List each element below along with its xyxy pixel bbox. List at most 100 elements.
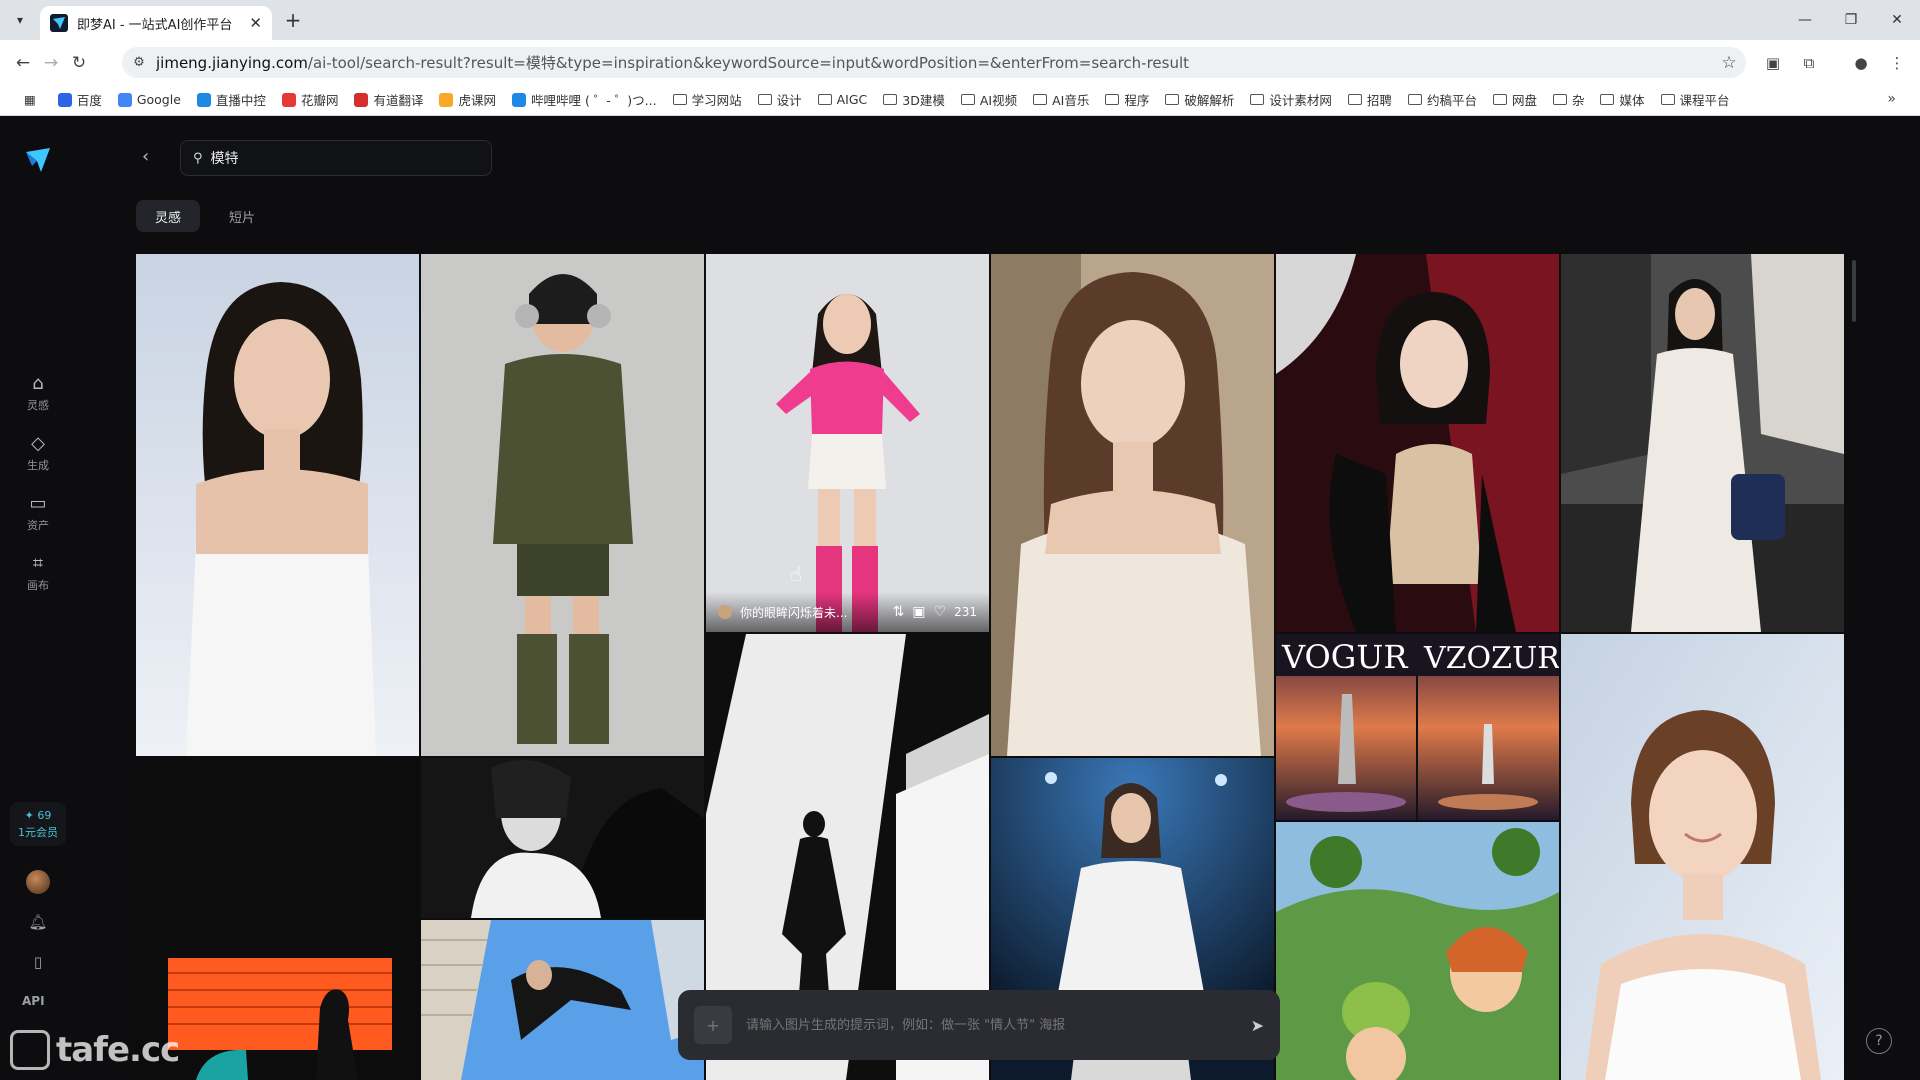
prompt-input-bar[interactable]: + ➤ <box>678 990 1280 1060</box>
bell-icon[interactable]: 🔔︎ <box>26 910 50 934</box>
scrollbar-thumb[interactable] <box>1852 260 1856 322</box>
address-bar[interactable]: ⚙ jimeng.jianying.com/ai-tool/search-res… <box>122 47 1746 78</box>
sidebar-item-label: 画布 <box>27 579 49 592</box>
close-tab-icon[interactable]: ✕ <box>249 14 262 32</box>
gallery-image-card[interactable] <box>421 920 704 1080</box>
apps-grid-icon[interactable]: ▦ <box>16 92 50 107</box>
folder-icon <box>1492 94 1507 105</box>
bookmark-item[interactable]: 有道翻译 <box>346 90 431 109</box>
profile-icon[interactable]: ● <box>1848 50 1874 76</box>
gallery-image-card[interactable] <box>991 254 1274 756</box>
bookmark-item[interactable]: 百度 <box>50 90 110 109</box>
reload-icon[interactable]: ↻ <box>66 50 92 76</box>
browser-tab[interactable]: 即梦AI - 一站式AI创作平台 ✕ <box>40 6 272 40</box>
bookmark-star-icon[interactable]: ☆ <box>1712 53 1746 73</box>
restore-icon[interactable]: ❐ <box>1828 0 1874 40</box>
bookmark-item[interactable]: 直播中控 <box>189 90 274 109</box>
gallery-image-card[interactable] <box>421 254 704 756</box>
bookmark-item[interactable]: 3D建模 <box>875 90 953 109</box>
upload-reference-image-button[interactable]: + <box>694 1006 732 1044</box>
gallery-image-card[interactable] <box>1276 254 1559 632</box>
phone-icon[interactable]: ▯ <box>26 950 50 974</box>
tab-search-icon[interactable]: ▾ <box>8 8 32 32</box>
bookmark-favicon-icon <box>439 92 454 107</box>
new-tab-button[interactable]: + <box>280 7 306 33</box>
bookmark-item[interactable]: 课程平台 <box>1653 90 1738 109</box>
window-close-icon[interactable]: ✕ <box>1874 0 1920 40</box>
bookmark-item[interactable]: Google <box>110 92 189 107</box>
avatar[interactable] <box>26 870 50 894</box>
gallery-image-card[interactable] <box>421 758 704 918</box>
minimize-icon[interactable]: — <box>1782 0 1828 40</box>
sidebar-item-canvas[interactable]: ⌗ 画布 <box>14 554 62 593</box>
gallery-image-card[interactable] <box>1561 634 1844 1080</box>
bookmark-label: AIGC <box>836 92 868 107</box>
bookmark-item[interactable]: 约稿平台 <box>1400 90 1485 109</box>
prompt-input[interactable] <box>746 1017 1237 1033</box>
creator-avatar[interactable] <box>718 605 732 619</box>
model-white-puffer-image <box>421 758 704 918</box>
url-path: /ai-tool/search-result?result=模特&type=in… <box>307 54 1190 72</box>
bookmark-item[interactable]: 媒体 <box>1592 90 1652 109</box>
folder-icon <box>672 94 687 105</box>
bookmark-item[interactable]: 设计素材网 <box>1242 90 1340 109</box>
gallery-image-card[interactable] <box>1276 822 1559 1080</box>
tab-short-film[interactable]: 短片 <box>210 200 274 232</box>
bookmark-item[interactable]: 花瓣网 <box>274 90 347 109</box>
bookmark-label: 约稿平台 <box>1426 93 1477 108</box>
folder-icon <box>1660 94 1675 105</box>
send-icon[interactable]: ➤ <box>1251 1016 1264 1035</box>
gallery-image-card-hovered[interactable]: 你的眼眸闪烁着未... ⇅ ▣ ♡ 231 <box>706 254 989 632</box>
tab-inspiration[interactable]: 灵感 <box>136 200 201 232</box>
bookmark-favicon-icon <box>57 92 72 107</box>
sidebar-item-assets[interactable]: ▭ 资产 <box>14 494 62 533</box>
bookmark-item[interactable]: 杂 <box>1545 90 1593 109</box>
url-text[interactable]: jimeng.jianying.com/ai-tool/search-resul… <box>156 52 1712 73</box>
content-tabs: 灵感 短片 <box>136 200 274 232</box>
bookmark-label: 3D建模 <box>902 93 945 108</box>
bookmark-list: 百度 Google 直播中控 花瓣网 有道翻译 虎课网 哔哩哔哩 ( ゜- ゜)つ... 学习… <box>50 90 1738 109</box>
gallery-image-card[interactable] <box>136 254 419 756</box>
url-host: jimeng.jianying.com <box>156 54 308 72</box>
help-icon[interactable]: ? <box>1866 1028 1892 1054</box>
gallery-image-card[interactable]: VOGUR VZOZUR <box>1276 634 1559 820</box>
watermark-text: tafe.cc <box>56 1030 180 1070</box>
bookmark-item[interactable]: AI音乐 <box>1025 90 1097 109</box>
bookmark-item[interactable]: 哔哩哔哩 ( ゜- ゜)つ... <box>504 90 665 109</box>
back-chevron-icon[interactable]: ‹ <box>142 146 149 167</box>
heart-icon[interactable]: ♡ <box>934 604 947 620</box>
bookmarks-overflow-icon[interactable]: » <box>1887 91 1896 107</box>
search-input[interactable] <box>210 150 471 166</box>
remix-icon[interactable]: ⇅ <box>893 604 905 620</box>
bookmark-item[interactable]: 招聘 <box>1340 90 1400 109</box>
api-link[interactable]: API <box>22 994 45 1008</box>
sidebar-item-generate[interactable]: ◇ 生成 <box>14 434 62 473</box>
extension-icon[interactable]: ▣ <box>1760 50 1786 76</box>
jimeng-logo[interactable] <box>24 146 52 174</box>
image-icon[interactable]: ▣ <box>912 604 925 620</box>
back-arrow-icon[interactable]: ← <box>10 50 36 76</box>
search-box[interactable]: ⚲ <box>180 140 492 176</box>
bookmark-item[interactable]: 设计 <box>750 90 810 109</box>
bookmark-item[interactable]: AIGC <box>810 92 876 107</box>
points-membership-badge[interactable]: ✦ 69 1元会员 <box>10 802 66 846</box>
bookmark-item[interactable]: AI视频 <box>953 90 1025 109</box>
bookmark-item[interactable]: 程序 <box>1097 90 1157 109</box>
bookmark-item[interactable]: 学习网站 <box>665 90 750 109</box>
sidebar-item-inspiration[interactable]: ⌂ 灵感 <box>14 374 62 413</box>
bookmark-label: 虎课网 <box>458 93 496 108</box>
more-menu-icon[interactable]: ⋮ <box>1884 50 1910 76</box>
creator-name[interactable]: 你的眼眸闪烁着未... <box>740 604 885 621</box>
forward-arrow-icon[interactable]: → <box>38 50 64 76</box>
bookmark-item[interactable]: 破解解析 <box>1157 90 1242 109</box>
vogue-runway-poster-image: VOGUR VZOZUR <box>1276 634 1559 820</box>
site-info-icon[interactable]: ⚙ <box>122 55 156 70</box>
puzzle-extensions-icon[interactable]: ⧉ <box>1796 50 1822 76</box>
gallery-image-card[interactable] <box>1561 254 1844 632</box>
bookmark-item[interactable]: 虎课网 <box>431 90 504 109</box>
bookmark-item[interactable]: 网盘 <box>1485 90 1545 109</box>
bookmark-favicon-icon <box>117 92 132 107</box>
folder-icon <box>1033 94 1048 105</box>
browser-tab-bar: ▾ 即梦AI - 一站式AI创作平台 ✕ + — ❐ ✕ <box>0 0 1920 40</box>
model-smile-portrait-image <box>1561 634 1844 1080</box>
